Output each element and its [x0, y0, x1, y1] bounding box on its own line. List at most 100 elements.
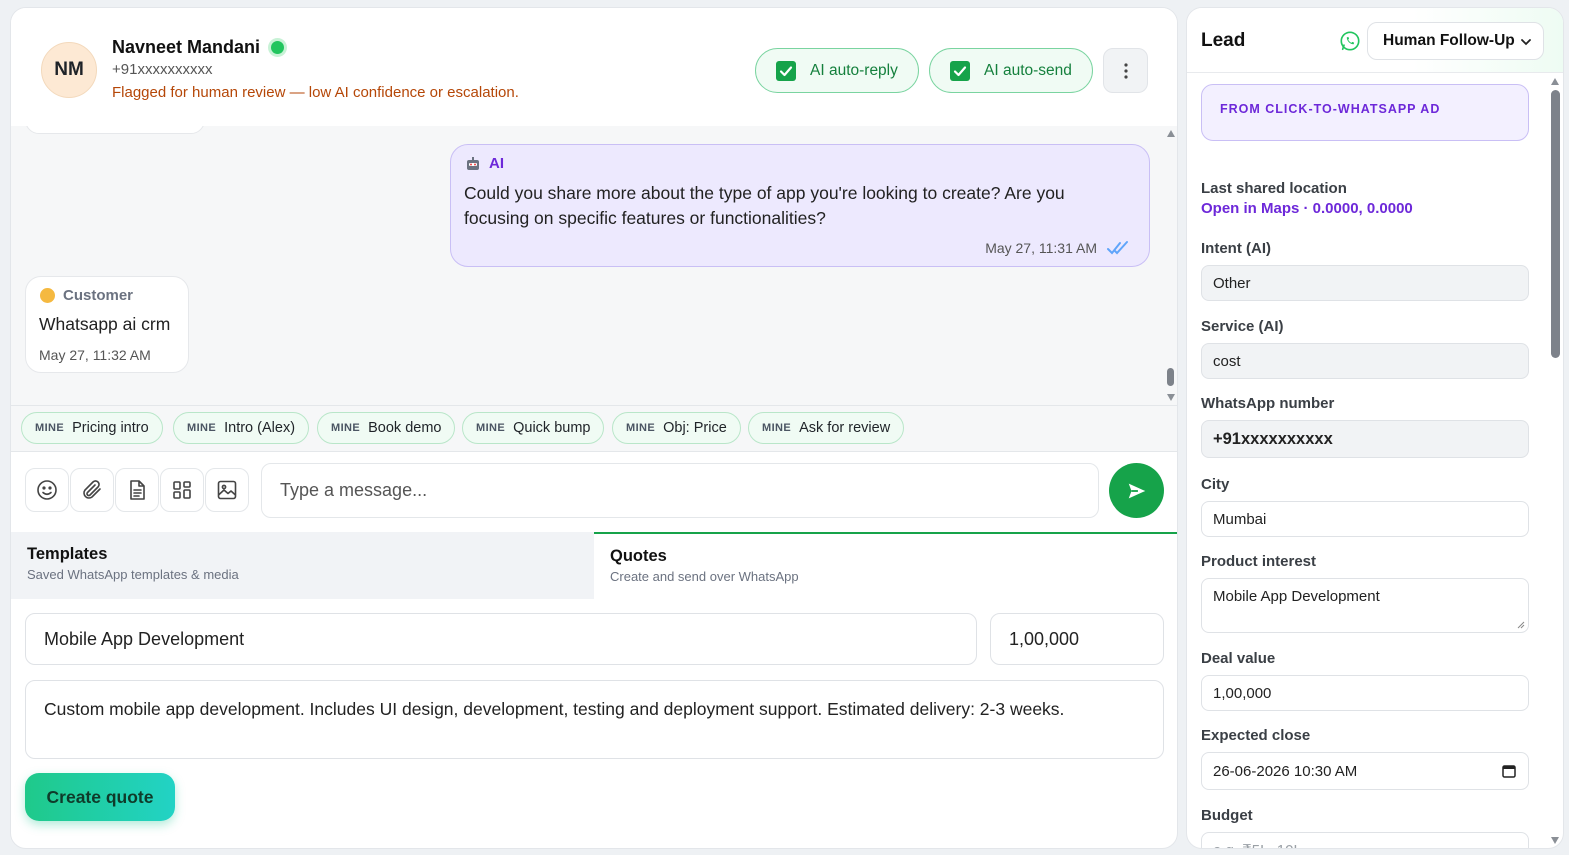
bottom-tabs: Templates Saved WhatsApp templates & med…: [11, 532, 1177, 599]
emoji-icon: [37, 480, 57, 500]
flag-note: Flagged for human review — low AI confid…: [112, 84, 519, 101]
deal-value-label: Deal value: [1201, 650, 1276, 667]
resize-handle-icon[interactable]: [1517, 621, 1525, 629]
service-label: Service (AI): [1201, 318, 1284, 335]
chip-label: Quick bump: [513, 420, 591, 436]
customer-sender-tag: Customer: [40, 287, 133, 304]
budget-input[interactable]: e.g. ₹5L–10L: [1201, 832, 1529, 848]
message-input[interactable]: [261, 463, 1099, 518]
quote-title-input[interactable]: Mobile App Development: [25, 613, 977, 665]
quick-reply-chip[interactable]: MINE Ask for review: [748, 412, 905, 444]
chevron-down-icon: [1521, 39, 1531, 46]
contact-phone: +91xxxxxxxxxx: [112, 61, 213, 78]
tab-quotes[interactable]: Quotes Create and send over WhatsApp: [594, 532, 1177, 599]
city-label: City: [1201, 476, 1230, 493]
templates-button[interactable]: [160, 468, 204, 512]
whatsapp-number-field: +91xxxxxxxxxx: [1201, 420, 1529, 458]
send-icon: [1128, 483, 1145, 498]
more-options-button[interactable]: [1103, 48, 1148, 93]
chip-tag: MINE: [331, 422, 361, 434]
lead-panel: Lead Human Follow-Up FROM CLICK-TO-WHATS…: [1186, 7, 1564, 849]
robot-icon: [467, 156, 479, 170]
image-button[interactable]: [205, 468, 249, 512]
quick-reply-chip[interactable]: MINE Book demo: [317, 412, 456, 444]
online-status-icon: [271, 41, 284, 54]
lead-body: FROM CLICK-TO-WHATSAPP AD Last shared lo…: [1187, 74, 1563, 848]
chip-label: Obj: Price: [663, 420, 727, 436]
quick-reply-chip[interactable]: MINE Intro (Alex): [173, 412, 310, 444]
ai-auto-reply-toggle[interactable]: AI auto-reply: [755, 48, 919, 93]
expected-close-value: 26-06-2026 10:30 AM: [1213, 762, 1358, 780]
chip-label: Pricing intro: [72, 420, 149, 436]
double-check-icon: [1107, 241, 1128, 255]
ai-auto-send-toggle[interactable]: AI auto-send: [929, 48, 1093, 93]
contact-name: Navneet Mandani: [112, 37, 261, 57]
quick-reply-chip[interactable]: MINE Obj: Price: [612, 412, 741, 444]
create-quote-button[interactable]: Create quote: [25, 773, 175, 821]
chip-tag: MINE: [762, 422, 792, 434]
city-input[interactable]: Mumbai: [1201, 501, 1529, 537]
tab-subtitle: Create and send over WhatsApp: [610, 569, 799, 584]
scroll-up-arrow-icon[interactable]: [1167, 130, 1175, 137]
scrollbar-thumb[interactable]: [1167, 368, 1174, 386]
quick-reply-chip[interactable]: MINE Quick bump: [462, 412, 605, 444]
chip-tag: MINE: [187, 422, 217, 434]
calendar-icon[interactable]: [1502, 764, 1516, 778]
chip-label: Ask for review: [799, 420, 891, 436]
quote-price-input[interactable]: 1,00,000: [990, 613, 1164, 665]
scroll-down-arrow-icon[interactable]: [1551, 837, 1559, 844]
lead-header: Lead Human Follow-Up: [1187, 8, 1563, 73]
deal-value-input[interactable]: 1,00,000: [1201, 675, 1529, 711]
customer-message-text: Whatsapp ai crm: [39, 314, 171, 334]
ai-message-time: May 27, 11:31 AM: [985, 240, 1097, 256]
ai-auto-reply-label: AI auto-reply: [810, 61, 898, 79]
stage-select[interactable]: Human Follow-Up: [1367, 22, 1544, 60]
chip-tag: MINE: [476, 422, 506, 434]
product-interest-value: Mobile App Development: [1213, 588, 1380, 605]
expected-close-input[interactable]: 26-06-2026 10:30 AM: [1201, 752, 1529, 790]
chat-header: NM Navneet Mandani +91xxxxxxxxxx Flagged…: [11, 8, 1177, 126]
more-vertical-icon: [1123, 62, 1128, 79]
ai-sender-label: AI: [489, 155, 504, 172]
whatsapp-number-label: WhatsApp number: [1201, 395, 1335, 412]
quick-reply-chip[interactable]: MINE Pricing intro: [21, 412, 163, 444]
tab-title: Quotes: [610, 547, 667, 565]
quick-replies-bar: MINE Pricing intro MINE Intro (Alex) MIN…: [11, 405, 1177, 452]
chip-tag: MINE: [626, 422, 656, 434]
location-label: Last shared location: [1201, 180, 1347, 197]
expected-close-label: Expected close: [1201, 727, 1311, 744]
emoji-button[interactable]: [25, 468, 69, 512]
message-bubble-partial: [25, 126, 205, 134]
message-list[interactable]: AI Could you share more about the type o…: [11, 126, 1177, 406]
service-field: cost: [1201, 343, 1529, 379]
scrollbar-thumb[interactable]: [1551, 90, 1560, 358]
lead-title: Lead: [1201, 30, 1246, 51]
avatar[interactable]: NM: [41, 42, 97, 98]
paperclip-icon: [83, 480, 101, 499]
tab-templates[interactable]: Templates Saved WhatsApp templates & med…: [11, 532, 594, 599]
waving-hand-icon: [40, 288, 55, 303]
intent-field: Other: [1201, 265, 1529, 301]
tab-title: Templates: [27, 545, 108, 563]
customer-message-bubble: Customer Whatsapp ai crm May 27, 11:32 A…: [25, 276, 189, 373]
product-interest-textarea[interactable]: Mobile App Development: [1201, 578, 1529, 633]
intent-label: Intent (AI): [1201, 240, 1271, 257]
grid-icon: [173, 481, 191, 499]
document-button[interactable]: [115, 468, 159, 512]
ai-message-text: Could you share more about the type of a…: [464, 183, 1065, 228]
image-icon: [217, 480, 237, 500]
tab-subtitle: Saved WhatsApp templates & media: [27, 567, 239, 582]
chip-label: Intro (Alex): [224, 420, 296, 436]
open-in-maps-link[interactable]: Open in Maps · 0.0000, 0.0000: [1201, 200, 1413, 217]
attach-button[interactable]: [70, 468, 114, 512]
quote-description-input[interactable]: Custom mobile app development. Includes …: [25, 680, 1164, 759]
chip-tag: MINE: [35, 422, 65, 434]
product-interest-label: Product interest: [1201, 553, 1317, 570]
budget-label: Budget: [1201, 807, 1253, 824]
ai-auto-send-label: AI auto-send: [984, 61, 1072, 79]
whatsapp-icon: [1340, 31, 1360, 51]
scroll-up-arrow-icon[interactable]: [1551, 78, 1559, 85]
send-button[interactable]: [1109, 463, 1164, 518]
message-composer: [11, 453, 1177, 532]
scroll-down-arrow-icon[interactable]: [1167, 394, 1175, 401]
